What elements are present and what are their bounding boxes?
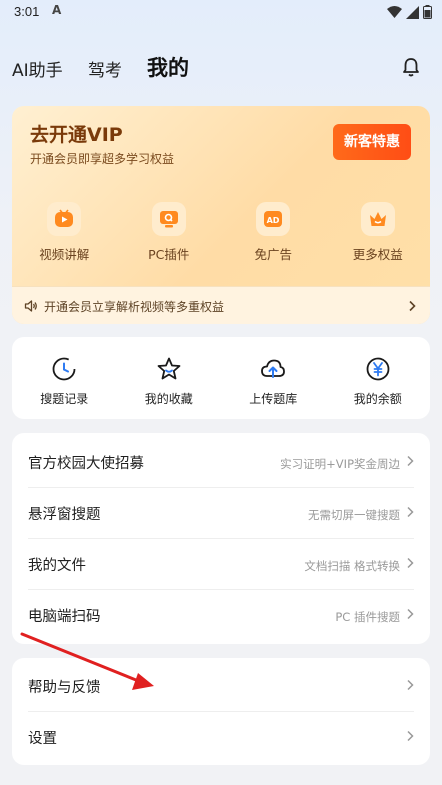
status-icons <box>387 5 432 19</box>
vip-subtitle: 开通会员即享超多学习权益 <box>30 152 175 166</box>
video-play-icon <box>47 202 82 236</box>
tab-ai-assistant[interactable]: AI助手 <box>12 56 63 81</box>
quick-my-balance[interactable]: 我的余额 <box>326 337 431 419</box>
ad-free-icon: AD <box>256 202 291 236</box>
tab-driving-test[interactable]: 驾考 <box>88 56 122 81</box>
signal-icon <box>406 5 419 19</box>
chevron-right-icon <box>407 506 414 518</box>
menu-card-2: 帮助与反馈 设置 <box>12 658 430 765</box>
menu-card: 官方校园大使招募 实习证明+VIP奖金周边 悬浮窗搜题 无需切屏一键搜题 我的文… <box>12 433 430 644</box>
chevron-right-icon <box>407 730 414 742</box>
star-icon <box>157 357 181 380</box>
quick-label: 搜题记录 <box>40 392 89 406</box>
new-customer-offer-button[interactable]: 新客特惠 <box>333 124 411 160</box>
menu-row-my-files[interactable]: 我的文件 文档扫描 格式转换 <box>12 538 430 589</box>
status-a-icon: A <box>52 3 62 17</box>
vip-feature-label: 视频讲解 <box>39 247 90 262</box>
menu-row-settings[interactable]: 设置 <box>12 711 430 762</box>
wifi-icon <box>387 5 402 18</box>
quick-label: 我的余额 <box>353 392 402 406</box>
menu-row-pc-scan[interactable]: 电脑端扫码 PC 插件搜题 <box>12 589 430 640</box>
status-time: 3:01 <box>14 4 40 19</box>
vip-title: 去开通VIP <box>30 124 123 146</box>
quick-label: 上传题库 <box>249 392 298 406</box>
top-nav: AI助手 驾考 我的 <box>0 52 442 84</box>
menu-row-help-feedback[interactable]: 帮助与反馈 <box>12 660 430 711</box>
vip-feature-pc-plugin[interactable]: PC插件 <box>117 202 222 263</box>
chevron-right-icon <box>409 300 416 312</box>
vip-feature-video[interactable]: 视频讲解 <box>12 202 117 263</box>
pc-plugin-icon <box>151 202 186 236</box>
quick-upload-question-bank[interactable]: 上传题库 <box>221 337 326 419</box>
vip-banner-text: 开通会员立享解析视频等多重权益 <box>44 300 225 314</box>
menu-label: 悬浮窗搜题 <box>28 507 101 523</box>
battery-icon <box>423 5 432 19</box>
quick-actions-card: 搜题记录 我的收藏 上传题库 我的余额 <box>12 337 430 419</box>
menu-hint: 文档扫描 格式转换 <box>304 559 400 573</box>
quick-search-history[interactable]: 搜题记录 <box>12 337 117 419</box>
svg-text:AD: AD <box>267 216 280 225</box>
vip-feature-label: 更多权益 <box>352 247 403 262</box>
menu-label: 帮助与反馈 <box>28 680 101 696</box>
vip-card[interactable]: 去开通VIP 开通会员即享超多学习权益 新客特惠 视频讲解 PC插件 AD 免广… <box>12 106 430 324</box>
yen-icon <box>366 357 390 381</box>
tab-mine[interactable]: 我的 <box>147 52 189 82</box>
menu-label: 官方校园大使招募 <box>28 456 144 472</box>
menu-hint: 无需切屏一键搜题 <box>308 508 400 522</box>
status-bar: 3:01 A <box>0 0 442 28</box>
menu-row-campus-ambassador[interactable]: 官方校园大使招募 实习证明+VIP奖金周边 <box>12 436 430 487</box>
menu-row-floating-search[interactable]: 悬浮窗搜题 无需切屏一键搜题 <box>12 487 430 538</box>
quick-my-favorites[interactable]: 我的收藏 <box>117 337 222 419</box>
vip-feature-ad-free[interactable]: AD 免广告 <box>221 202 326 263</box>
vip-feature-more[interactable]: 更多权益 <box>326 202 431 263</box>
menu-hint: 实习证明+VIP奖金周边 <box>280 457 400 471</box>
vip-features: 视频讲解 PC插件 AD 免广告 更多权益 <box>12 202 430 263</box>
speaker-icon <box>24 300 37 312</box>
bell-icon[interactable] <box>400 56 422 78</box>
menu-hint: PC 插件搜题 <box>335 610 400 624</box>
clock-icon <box>52 357 76 381</box>
quick-label: 我的收藏 <box>144 392 193 406</box>
vip-feature-label: 免广告 <box>254 247 292 262</box>
cloud-upload-icon <box>261 359 286 378</box>
vip-promo-banner[interactable]: 开通会员立享解析视频等多重权益 <box>12 286 430 324</box>
chevron-right-icon <box>407 557 414 569</box>
menu-label: 我的文件 <box>28 558 86 574</box>
chevron-right-icon <box>407 608 414 620</box>
chevron-right-icon <box>407 455 414 467</box>
vip-feature-label: PC插件 <box>148 247 190 262</box>
chevron-right-icon <box>407 679 414 691</box>
crown-icon <box>360 202 395 236</box>
menu-label: 设置 <box>28 731 57 747</box>
menu-label: 电脑端扫码 <box>28 609 101 625</box>
